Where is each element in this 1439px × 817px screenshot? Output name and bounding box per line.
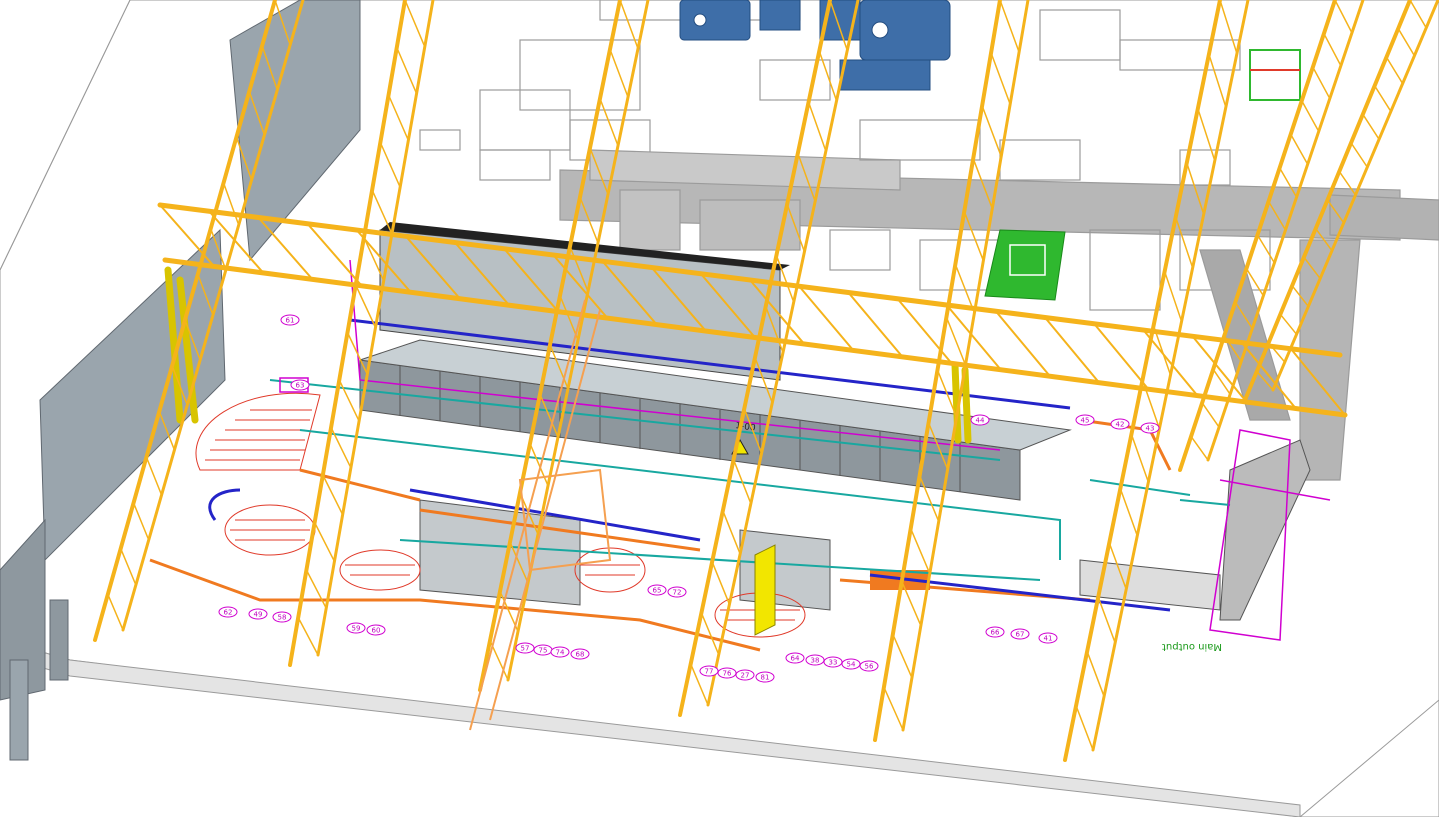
callout-balloon: 72 bbox=[667, 586, 687, 598]
callout-balloon: 68 bbox=[570, 648, 590, 660]
svg-text:60: 60 bbox=[372, 627, 381, 635]
callout-balloon: 81 bbox=[755, 671, 775, 683]
factory-layout-3d-view: 1-00 616362 49 5859 6057 75 74 6865 7277… bbox=[0, 0, 1439, 817]
callout-balloon: 76 bbox=[717, 667, 737, 679]
svg-text:67: 67 bbox=[1016, 631, 1025, 639]
svg-text:43: 43 bbox=[1146, 425, 1155, 433]
callout-balloon: 62 bbox=[218, 606, 238, 618]
svg-text:44: 44 bbox=[976, 417, 985, 425]
svg-text:64: 64 bbox=[791, 655, 800, 663]
callout-balloon: 58 bbox=[272, 611, 292, 623]
svg-text:41: 41 bbox=[1044, 635, 1053, 643]
callout-balloon: 66 bbox=[985, 626, 1005, 638]
svg-text:74: 74 bbox=[556, 649, 565, 657]
callout-balloon: 61 bbox=[280, 314, 300, 326]
callout-balloon: 44 bbox=[970, 414, 990, 426]
callout-balloon: 49 bbox=[248, 608, 268, 620]
callout-balloon: 38 bbox=[805, 654, 825, 666]
cad-viewport[interactable]: 1-00 61 63 62 49 58 59 60 57 75 74 68 65… bbox=[0, 0, 1439, 817]
callout-balloon: 67 bbox=[1010, 628, 1030, 640]
svg-text:72: 72 bbox=[673, 589, 682, 597]
svg-text:33: 33 bbox=[829, 659, 838, 667]
svg-text:62: 62 bbox=[224, 609, 233, 617]
svg-text:81: 81 bbox=[761, 674, 770, 682]
svg-text:45: 45 bbox=[1081, 417, 1090, 425]
svg-text:54: 54 bbox=[847, 661, 856, 669]
callout-balloon: 33 bbox=[823, 656, 843, 668]
svg-text:65: 65 bbox=[653, 587, 662, 595]
callout-balloon: 27 bbox=[735, 669, 755, 681]
callout-balloon: 65 bbox=[647, 584, 667, 596]
svg-text:42: 42 bbox=[1116, 421, 1125, 429]
callout-balloon: 64 bbox=[785, 652, 805, 664]
callout-balloon: 41 bbox=[1038, 632, 1058, 644]
callout-balloon: 43 bbox=[1140, 422, 1160, 434]
svg-text:77: 77 bbox=[705, 668, 714, 676]
callout-balloon: 59 bbox=[346, 622, 366, 634]
yellow-safety-panel bbox=[754, 544, 776, 636]
svg-text:27: 27 bbox=[741, 672, 750, 680]
main-output-label: Main output bbox=[1162, 641, 1222, 652]
callout-balloon: 75 bbox=[533, 644, 553, 656]
callout-balloon: 77 bbox=[699, 665, 719, 677]
svg-text:59: 59 bbox=[352, 625, 361, 633]
callout-balloon: 63 bbox=[290, 379, 310, 391]
svg-text:49: 49 bbox=[254, 611, 263, 619]
callout-balloon: 54 bbox=[841, 658, 861, 670]
svg-text:63: 63 bbox=[296, 382, 305, 390]
svg-text:38: 38 bbox=[811, 657, 820, 665]
svg-text:75: 75 bbox=[539, 647, 548, 655]
callout-balloon: 74 bbox=[550, 646, 570, 658]
svg-text:58: 58 bbox=[278, 614, 287, 622]
callout-balloon: 42 bbox=[1110, 418, 1130, 430]
callout-balloon: 45 bbox=[1075, 414, 1095, 426]
svg-text:61: 61 bbox=[286, 317, 295, 325]
svg-text:57: 57 bbox=[521, 645, 530, 653]
svg-text:68: 68 bbox=[576, 651, 585, 659]
callout-balloon: 57 bbox=[515, 642, 535, 654]
svg-text:66: 66 bbox=[991, 629, 1000, 637]
callout-balloon: 60 bbox=[366, 624, 386, 636]
callout-balloon: 56 bbox=[859, 660, 879, 672]
svg-text:76: 76 bbox=[723, 670, 732, 678]
svg-text:56: 56 bbox=[865, 663, 874, 671]
